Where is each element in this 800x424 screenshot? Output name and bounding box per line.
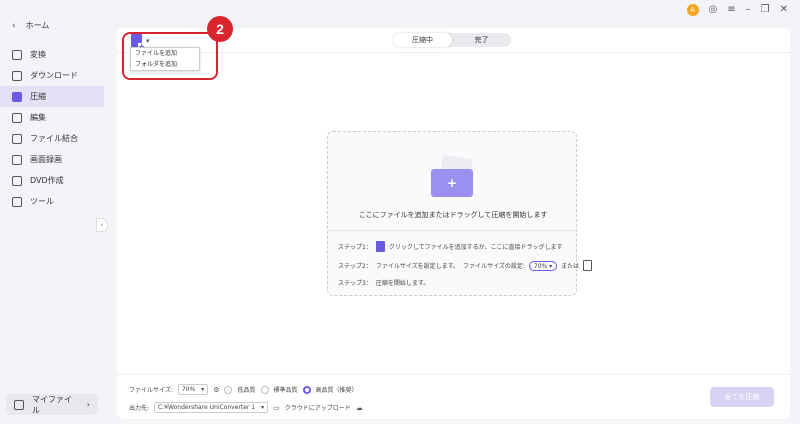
screen-record-icon bbox=[12, 154, 22, 165]
file-size-label: ファイルサイズ: bbox=[129, 387, 173, 394]
sidebar-item-compress[interactable]: 圧縮 bbox=[0, 86, 104, 107]
quality-standard-label: 標準品質 bbox=[273, 387, 298, 394]
output-label: 出力先: bbox=[129, 405, 150, 412]
convert-icon bbox=[12, 49, 22, 60]
step-1-text: クリックしてファイルを追加するか、ここに直接ドラッグします bbox=[388, 244, 563, 251]
file-size-dropdown-value: 70% bbox=[181, 386, 196, 393]
sidebar-item-download[interactable]: ダウンロード bbox=[0, 65, 104, 86]
quality-high-label: 高品質（推奨） bbox=[315, 387, 358, 394]
step-2: ステップ2： ファイルサイズを設定します。 ファイルサイズの設定: 70% ▾ … bbox=[338, 260, 593, 271]
sidebar-item-label: ツール bbox=[30, 197, 54, 206]
quality-high-radio[interactable] bbox=[302, 385, 311, 394]
file-size-row: ファイルサイズ: 70% ▾ ⚙ 低品質 標準品質 高品質（推奨） bbox=[129, 384, 358, 395]
cloud-upload-label: クラウドにアップロード bbox=[284, 405, 351, 412]
folder-add-icon: + bbox=[431, 154, 475, 197]
sidebar-item-label: 画面録画 bbox=[30, 155, 62, 164]
sidebar-item-tools[interactable]: ツール bbox=[0, 191, 104, 212]
step-2-label: ステップ2： bbox=[338, 263, 372, 270]
minimize-icon[interactable]: – bbox=[746, 4, 751, 16]
file-size-dropdown[interactable]: 70% ▾ bbox=[177, 384, 209, 395]
quality-low-label: 低品質 bbox=[237, 387, 256, 394]
file-size-setting-label: ファイルサイズの設定: bbox=[463, 263, 525, 270]
annotation-badge: 2 bbox=[207, 16, 233, 42]
maximize-icon[interactable]: ❐ bbox=[761, 4, 770, 16]
dvd-icon bbox=[12, 175, 22, 186]
sidebar-item-label: 変換 bbox=[30, 50, 46, 59]
tab-done[interactable]: 完了 bbox=[452, 33, 511, 47]
output-path: C:¥Wondershare UniConverter 1 bbox=[158, 404, 256, 411]
step-1: ステップ1： クリックしてファイルを追加するか、ここに直接ドラッグします bbox=[338, 241, 563, 252]
edit-icon bbox=[12, 112, 22, 123]
sidebar-item-label: ファイル結合 bbox=[30, 134, 78, 143]
download-icon bbox=[12, 70, 22, 81]
my-files-button[interactable]: マイファイル › bbox=[6, 394, 98, 415]
preview-settings-icon[interactable]: ⚙ bbox=[213, 386, 219, 394]
sidebar-item-edit[interactable]: 編集 bbox=[0, 107, 104, 128]
tab-compressing[interactable]: 圧縮中 bbox=[393, 33, 452, 47]
home-link[interactable]: ‹ ホーム bbox=[12, 20, 49, 31]
sidebar-item-label: 圧縮 bbox=[30, 92, 46, 101]
close-icon[interactable]: ✕ bbox=[780, 4, 788, 16]
bottom-bar: ファイルサイズ: 70% ▾ ⚙ 低品質 標準品質 高品質（推奨） 出力先: C:… bbox=[117, 374, 790, 419]
step-1-label: ステップ1： bbox=[338, 244, 372, 251]
settings-file-icon[interactable] bbox=[583, 260, 593, 271]
divider bbox=[328, 230, 578, 231]
folder-icon bbox=[14, 399, 24, 410]
output-path-select[interactable]: C:¥Wondershare UniConverter 1 ▾ bbox=[154, 402, 269, 413]
file-size-value: 70% bbox=[533, 262, 548, 270]
drop-zone-text: ここにファイルを追加またはドラッグして圧縮を開始します bbox=[358, 211, 548, 219]
step-3-text: 圧縮を開始します。 bbox=[375, 280, 430, 287]
sidebar: ‹ ホーム 変換 ダウンロード 圧縮 編集 ファイル結合 画面録画 DVD作成 … bbox=[0, 0, 104, 424]
sidebar-item-label: 編集 bbox=[30, 113, 46, 122]
my-files-label: マイファイル bbox=[32, 394, 72, 415]
folder-open-icon[interactable]: ▭ bbox=[273, 404, 280, 412]
quality-low-radio[interactable] bbox=[224, 385, 233, 394]
or-label: または bbox=[561, 263, 580, 270]
compress-icon bbox=[12, 91, 22, 102]
home-label: ホーム bbox=[25, 21, 50, 30]
chevron-left-icon: ‹ bbox=[12, 20, 16, 31]
status-toggle: 圧縮中 完了 bbox=[393, 33, 511, 47]
sidebar-item-convert[interactable]: 変換 bbox=[0, 44, 104, 65]
sidebar-nav: 変換 ダウンロード 圧縮 編集 ファイル結合 画面録画 DVD作成 ツール bbox=[0, 44, 104, 212]
drop-zone[interactable]: + ここにファイルを追加またはドラッグして圧縮を開始します ステップ1： クリッ… bbox=[327, 131, 593, 296]
step-3: ステップ3： 圧縮を開始します。 bbox=[338, 278, 429, 287]
compress-all-button[interactable]: 全てを圧縮 bbox=[710, 387, 774, 407]
main-panel: ▾ 圧縮中 完了 + ここにファイルを追加またはドラッグして圧縮を開始します ス… bbox=[117, 28, 790, 419]
step-2-text: ファイルサイズを設定します。 bbox=[375, 263, 460, 270]
annotation-highlight bbox=[122, 32, 218, 80]
output-row: 出力先: C:¥Wondershare UniConverter 1 ▾ ▭ クラ… bbox=[129, 402, 363, 413]
headset-icon[interactable]: ◎ bbox=[709, 4, 718, 16]
merge-icon bbox=[12, 133, 22, 144]
sidebar-item-dvd[interactable]: DVD作成 bbox=[0, 170, 104, 191]
sidebar-item-label: DVD作成 bbox=[30, 176, 64, 185]
menu-icon[interactable]: ≡ bbox=[727, 4, 735, 16]
toolbox-icon bbox=[12, 196, 22, 207]
step-3-label: ステップ3： bbox=[338, 280, 372, 287]
sidebar-item-merge[interactable]: ファイル結合 bbox=[0, 128, 104, 149]
chevron-down-icon: ▾ bbox=[201, 386, 205, 393]
file-size-select[interactable]: 70% ▾ bbox=[528, 260, 558, 271]
quality-standard-radio[interactable] bbox=[260, 385, 269, 394]
window-controls: A ◎ ≡ – ❐ ✕ bbox=[686, 4, 788, 16]
cloud-icon[interactable]: ☁ bbox=[356, 404, 363, 412]
sidebar-item-screen-record[interactable]: 画面録画 bbox=[0, 149, 104, 170]
add-file-icon[interactable] bbox=[375, 241, 385, 252]
avatar[interactable]: A bbox=[686, 4, 699, 16]
chevron-right-icon: › bbox=[86, 400, 90, 409]
collapse-sidebar-button[interactable]: ‹ bbox=[96, 218, 108, 232]
sidebar-item-label: ダウンロード bbox=[30, 71, 78, 80]
chevron-down-icon: ▾ bbox=[261, 404, 265, 411]
